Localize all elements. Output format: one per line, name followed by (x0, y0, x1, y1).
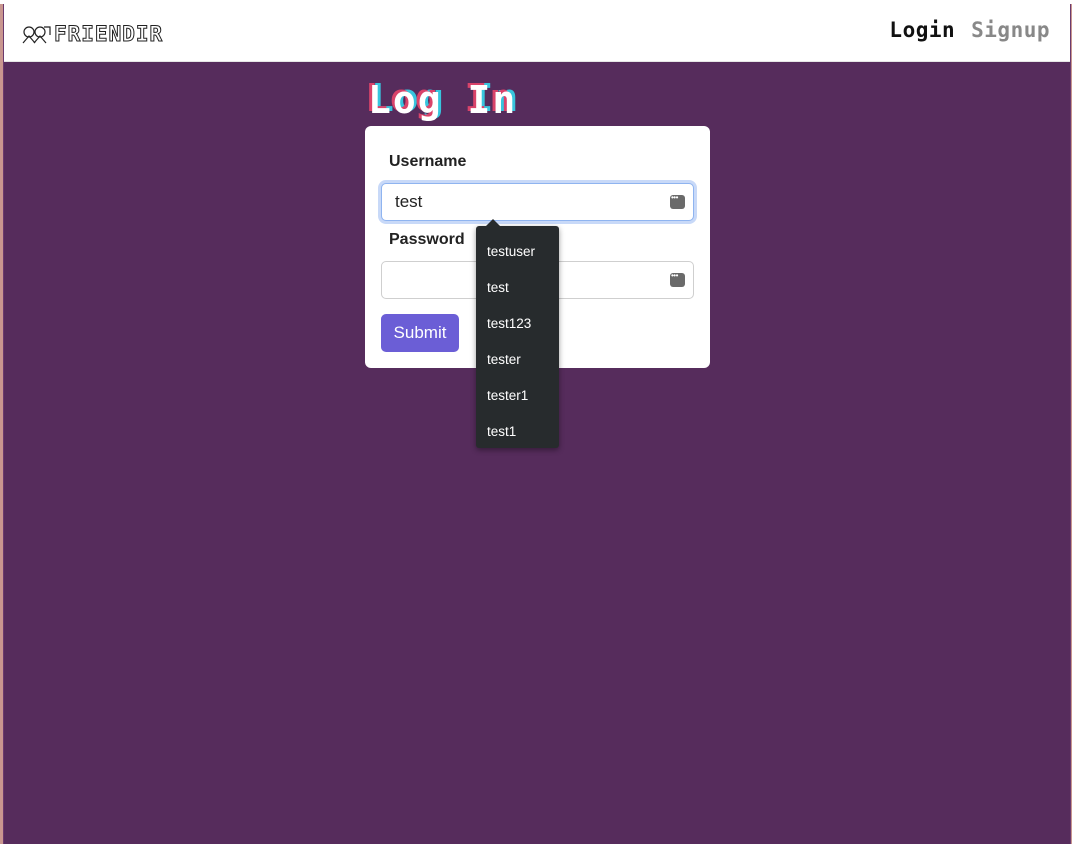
autocomplete-item[interactable]: tester1 (487, 388, 528, 403)
brand-name: FRIENDIR (53, 22, 164, 46)
navbar: FRIENDIR Login Signup (4, 4, 1070, 62)
nav-links: Login Signup (889, 18, 1050, 42)
username-label: Username (389, 153, 467, 170)
autocomplete-item[interactable]: test (487, 280, 509, 295)
nav-login-link[interactable]: Login (889, 18, 955, 42)
page-title: Log In (368, 78, 518, 122)
autocomplete-item[interactable]: test123 (487, 316, 531, 331)
autocomplete-item[interactable]: test1 (487, 424, 516, 439)
autocomplete-dropdown: testuser test test123 tester tester1 tes… (476, 219, 559, 448)
brand-logo[interactable]: FRIENDIR (20, 22, 164, 46)
username-input[interactable] (395, 192, 655, 212)
nav-signup-link[interactable]: Signup (971, 18, 1050, 42)
submit-button[interactable]: Submit (381, 314, 459, 352)
password-manager-icon[interactable] (670, 271, 685, 287)
autocomplete-item[interactable]: tester (487, 352, 521, 367)
autocomplete-item[interactable]: testuser (487, 244, 535, 259)
username-field[interactable] (381, 183, 694, 221)
password-manager-icon[interactable] (670, 193, 685, 209)
puzzle-logo-icon (22, 26, 51, 44)
password-label: Password (389, 231, 465, 248)
